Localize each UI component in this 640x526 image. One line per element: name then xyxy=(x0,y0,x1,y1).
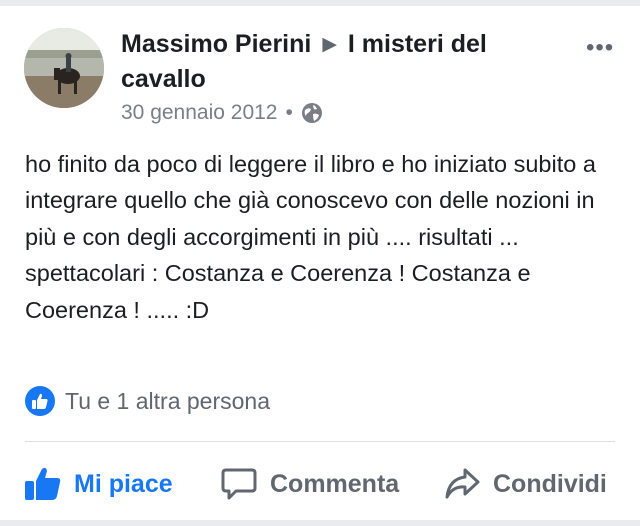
comment-label: Commenta xyxy=(270,469,400,498)
thumbs-up-icon xyxy=(25,467,61,500)
reactions-summary[interactable]: Tu e 1 altra persona xyxy=(25,386,270,416)
author-name[interactable]: Massimo Pierini xyxy=(121,30,311,58)
more-options-icon[interactable]: ••• xyxy=(586,36,614,60)
post-date[interactable]: 30 gennaio 2012 xyxy=(121,101,278,125)
frame-bottom-border xyxy=(0,520,640,526)
post-actions-bar: Mi piace Commenta Condividi xyxy=(0,458,640,510)
globe-icon[interactable] xyxy=(301,102,323,124)
frame-top-border xyxy=(0,0,640,6)
share-icon xyxy=(445,468,480,499)
reactions-text: Tu e 1 altra persona xyxy=(65,387,270,414)
like-label: Mi piace xyxy=(74,469,173,498)
actions-divider xyxy=(25,441,615,442)
post-meta: 30 gennaio 2012 • xyxy=(121,101,323,125)
arrow-right-icon: ▶ xyxy=(322,34,337,55)
like-badge-icon xyxy=(25,386,55,416)
like-button[interactable]: Mi piace xyxy=(24,458,173,510)
avatar-photo xyxy=(24,28,104,108)
share-label: Condividi xyxy=(493,469,607,498)
post-text: ho finito da poco di leggere il libro e … xyxy=(25,151,596,323)
comment-button[interactable]: Commenta xyxy=(220,458,399,510)
avatar[interactable] xyxy=(24,28,104,108)
comment-icon xyxy=(221,468,257,500)
share-button[interactable]: Condividi xyxy=(443,458,607,510)
meta-separator: • xyxy=(285,101,293,124)
post-header: Massimo Pierini ▶ I misteri del cavallo xyxy=(121,28,561,96)
